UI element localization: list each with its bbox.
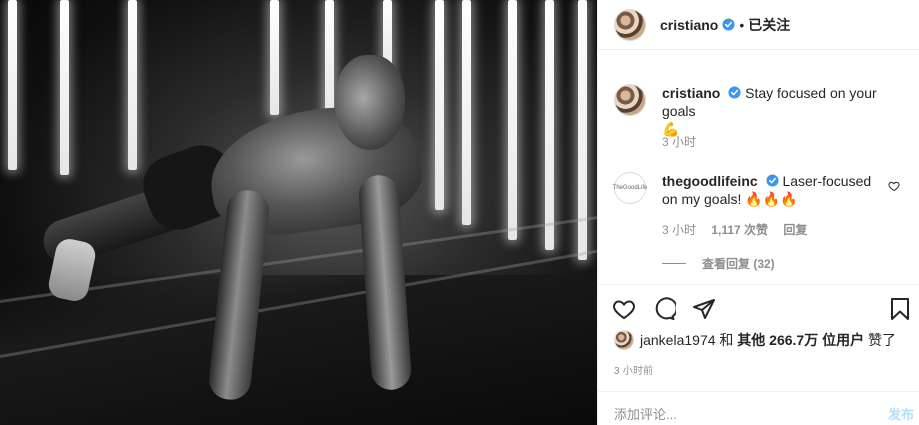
comment-body-line2: on my goals! — [662, 191, 742, 207]
post-comment-button[interactable]: 发布 — [888, 404, 914, 423]
likes-suffix: 赞了 — [864, 332, 897, 348]
comment-button[interactable] — [650, 295, 678, 323]
username-link[interactable]: cristiano — [662, 85, 720, 101]
post-header: cristiano • 已关注 — [598, 0, 919, 50]
caption-text: cristiano Stay focused on your goals 💪 — [662, 84, 912, 138]
comment-list: cristiano Stay focused on your goals 💪 3… — [598, 60, 919, 284]
verified-badge-icon — [722, 18, 735, 31]
comment-text: thegoodlifeinc Laser-focused on my goals… — [662, 172, 882, 208]
floor — [0, 275, 597, 425]
post-photo[interactable] — [0, 0, 597, 425]
likes-summary: jankela1974 和 其他 266.7万 位用户 赞了 — [614, 330, 896, 350]
comment-emoji: 🔥🔥🔥 — [745, 191, 798, 207]
light-bar — [462, 0, 471, 225]
reply-button[interactable]: 回复 — [783, 223, 807, 237]
username-link[interactable]: cristiano — [660, 17, 718, 33]
avatar[interactable] — [614, 84, 646, 116]
athlete-head — [335, 55, 405, 150]
light-bar — [60, 0, 69, 175]
bookmark-icon — [891, 298, 909, 320]
heart-icon — [613, 300, 635, 320]
verified-badge-icon — [766, 174, 779, 187]
comment-likes[interactable]: 1,117 次赞 — [711, 223, 768, 237]
caption-meta: 3 小时 — [662, 133, 708, 150]
comment-bubble-icon — [655, 297, 676, 320]
add-comment-bar: 添加评论... 发布 — [598, 391, 919, 425]
avatar[interactable] — [614, 8, 646, 41]
verified-badge-icon — [728, 86, 741, 99]
light-bar — [545, 0, 554, 250]
caption-time[interactable]: 3 小时 — [662, 135, 696, 149]
view-replies-label: 查看回复 (32) — [702, 257, 775, 271]
post-actions: jankela1974 和 其他 266.7万 位用户 赞了 3 小时前 添加评… — [598, 284, 919, 425]
like-comment-heart-icon[interactable] — [888, 180, 900, 192]
commenter-logo-text: TheGoodLife — [612, 185, 648, 191]
comment-input[interactable]: 添加评论... — [614, 404, 677, 423]
post-panel: cristiano • 已关注 cristiano Stay focused o… — [597, 0, 919, 425]
comment-body-line1: Laser-focused — [782, 173, 872, 189]
paper-plane-icon — [693, 299, 715, 319]
light-bar — [270, 0, 279, 115]
likes-others-link[interactable]: 其他 266.7万 位用户 — [737, 332, 864, 348]
commenter-username[interactable]: thegoodlifeinc — [662, 173, 758, 189]
light-bar — [325, 0, 334, 120]
light-bar — [435, 0, 444, 210]
follow-status-button[interactable]: 已关注 — [748, 15, 790, 35]
commenter-avatar[interactable]: TheGoodLife — [612, 172, 648, 204]
comment-time[interactable]: 3 小时 — [662, 223, 696, 237]
post-timestamp[interactable]: 3 小时前 — [614, 362, 653, 377]
like-button[interactable] — [610, 295, 638, 323]
view-replies-line — [662, 263, 686, 264]
light-bar — [8, 0, 17, 170]
action-icons — [608, 295, 913, 325]
liker-avatar[interactable] — [614, 330, 634, 350]
comment-meta: 3 小时 1,117 次赞 回复 — [662, 221, 819, 238]
light-bar — [128, 0, 137, 170]
likes-text: jankela1974 和 其他 266.7万 位用户 赞了 — [640, 330, 896, 350]
likes-joiner: 和 — [715, 332, 738, 348]
liker-username[interactable]: jankela1974 — [640, 332, 716, 348]
separator: • — [739, 16, 745, 33]
light-bar — [508, 0, 517, 240]
view-replies-button[interactable]: 查看回复 (32) — [662, 255, 775, 272]
save-button[interactable] — [886, 295, 914, 323]
share-button[interactable] — [690, 295, 718, 323]
